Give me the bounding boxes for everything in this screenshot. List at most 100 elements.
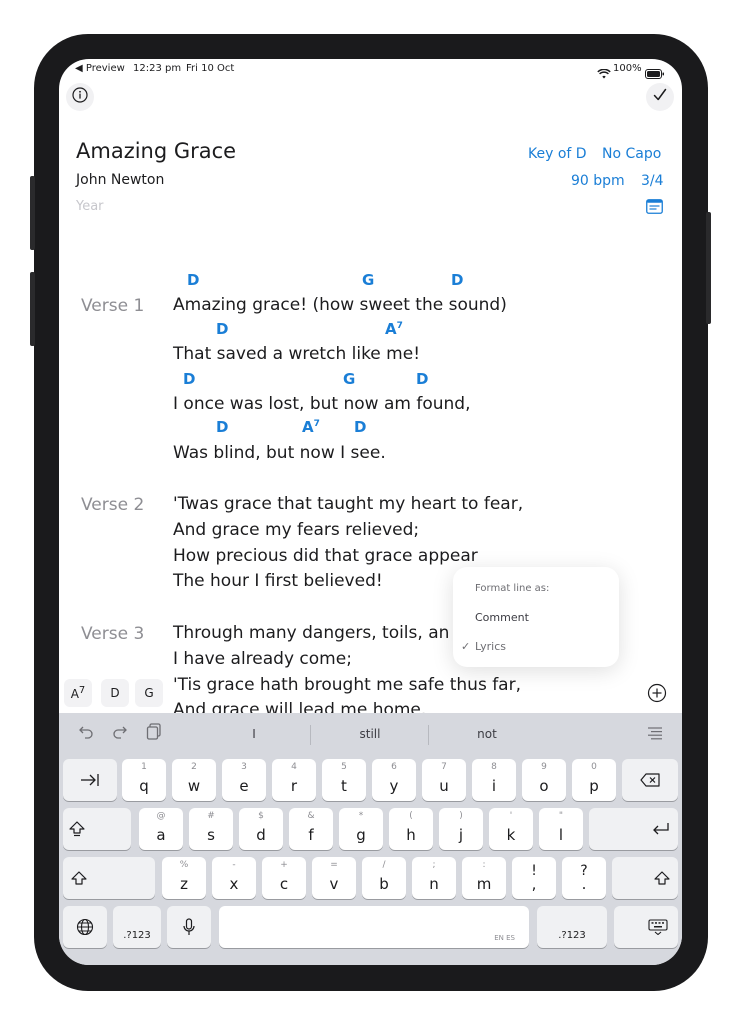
key-comma[interactable]: !, <box>512 857 556 899</box>
shift-left-key[interactable] <box>63 857 155 899</box>
caps-lock-key[interactable] <box>63 808 131 850</box>
info-button[interactable] <box>66 83 94 111</box>
add-chord-icon[interactable] <box>647 683 667 707</box>
lyric-line[interactable]: Amazing grace! (how sweet the sound) <box>173 295 507 315</box>
lyric-line[interactable]: That saved a wretch like me! <box>173 344 420 364</box>
numbers-key-right[interactable]: .?123 <box>537 906 607 948</box>
section-label-verse-1[interactable]: Verse 1 <box>81 296 144 316</box>
key-v[interactable]: = v <box>312 857 356 899</box>
capo-selector[interactable]: No Capo <box>602 146 661 162</box>
song-author[interactable]: John Newton <box>76 172 164 188</box>
chord-bar-a7-button[interactable]: A7 <box>64 679 92 707</box>
undo-icon[interactable] <box>78 724 94 744</box>
chord[interactable]: D <box>416 370 428 388</box>
chord[interactable]: G <box>362 271 374 289</box>
format-line-popup: Format line as: Comment ✓ Lyrics <box>453 567 619 667</box>
globe-key[interactable] <box>63 906 107 948</box>
key-t[interactable]: 5t <box>322 759 366 801</box>
chord[interactable]: D <box>216 320 228 338</box>
paste-icon[interactable] <box>146 723 162 745</box>
tempo-selector[interactable]: 90 bpm <box>571 173 625 189</box>
key-w[interactable]: 2w <box>172 759 216 801</box>
key-selector[interactable]: Key of D <box>528 146 587 162</box>
return-key[interactable] <box>589 808 678 850</box>
lyric-line[interactable]: I have already come; <box>173 649 352 669</box>
section-label-verse-3[interactable]: Verse 3 <box>81 624 144 644</box>
chord[interactable]: D <box>183 370 195 388</box>
key-h[interactable]: (h <box>389 808 433 850</box>
key-s[interactable]: # s <box>189 808 233 850</box>
key-y[interactable]: 6y <box>372 759 416 801</box>
format-option-comment[interactable]: Comment <box>475 611 529 624</box>
key-m[interactable]: :m <box>462 857 506 899</box>
chord-bar-d-button[interactable]: D <box>101 679 129 707</box>
shift-right-key[interactable] <box>612 857 678 899</box>
format-option-lyrics[interactable]: Lyrics <box>475 640 506 653</box>
chord[interactable]: D <box>187 271 199 289</box>
key-label: y <box>389 777 399 795</box>
key-j[interactable]: ) j <box>439 808 483 850</box>
chord-extension: 7 <box>396 321 403 331</box>
key-l[interactable]: " l <box>539 808 583 850</box>
lyric-line[interactable]: I once was lost, but now am found, <box>173 394 470 414</box>
lyric-line[interactable]: 'Twas grace that taught my heart to fear… <box>173 494 523 514</box>
lyric-line[interactable]: The hour I first believed! <box>173 571 383 591</box>
key-i[interactable]: 8i <box>472 759 516 801</box>
chord[interactable]: G <box>343 370 355 388</box>
year-field[interactable]: Year <box>76 199 104 214</box>
space-bar[interactable]: EN ES <box>219 906 529 948</box>
back-to-app-link[interactable]: ◀ Preview <box>75 63 125 74</box>
key-e[interactable]: 3e <box>222 759 266 801</box>
dismiss-keyboard-key[interactable] <box>614 906 678 948</box>
key-n[interactable]: ; n <box>412 857 456 899</box>
key-o[interactable]: 9o <box>522 759 566 801</box>
key-c[interactable]: + c <box>262 857 306 899</box>
key-f[interactable]: & f <box>289 808 333 850</box>
chord-a7[interactable]: A7 <box>302 418 320 436</box>
key-d[interactable]: $ d <box>239 808 283 850</box>
suggestion-3[interactable]: not <box>427 727 547 741</box>
volume-button-up <box>30 176 35 250</box>
text-format-icon[interactable] <box>648 725 662 744</box>
time-signature-selector[interactable]: 3/4 <box>641 173 664 189</box>
chord[interactable]: D <box>216 418 228 436</box>
key-a[interactable]: @ a <box>139 808 183 850</box>
key-b[interactable]: / b <box>362 857 406 899</box>
key-g[interactable]: * g <box>339 808 383 850</box>
key-r[interactable]: 4r <box>272 759 316 801</box>
redo-icon[interactable] <box>112 724 128 744</box>
key-label: . <box>581 875 587 893</box>
status-date: Fri 10 Oct <box>186 63 235 74</box>
key-period[interactable]: ?. <box>562 857 606 899</box>
key-hint: - <box>232 860 236 870</box>
notes-icon[interactable] <box>646 199 663 218</box>
numbers-key-left[interactable]: .?123 <box>113 906 161 948</box>
suggestion-1[interactable]: I <box>194 727 314 741</box>
lyric-line[interactable]: Was blind, but now I see. <box>173 443 386 463</box>
chord-bar-g-button[interactable]: G <box>135 679 163 707</box>
keyboard-toolbar: I still not <box>59 713 682 753</box>
lyric-line[interactable]: And grace my fears relieved; <box>173 520 419 540</box>
microphone-icon <box>167 906 211 948</box>
done-button[interactable] <box>646 83 674 111</box>
song-title[interactable]: Amazing Grace <box>76 139 236 163</box>
chord-a7[interactable]: A7 <box>385 320 403 338</box>
dictation-key[interactable] <box>167 906 211 948</box>
section-label-verse-2[interactable]: Verse 2 <box>81 495 144 515</box>
key-z[interactable]: % z <box>162 857 206 899</box>
chord[interactable]: D <box>451 271 463 289</box>
suggestion-2[interactable]: still <box>310 727 430 741</box>
lyric-line[interactable]: 'Tis grace hath brought me safe thus far… <box>173 675 521 695</box>
key-q[interactable]: 1q <box>122 759 166 801</box>
key-k[interactable]: ' k <box>489 808 533 850</box>
key-p[interactable]: 0p <box>572 759 616 801</box>
key-hint: 7 <box>441 762 447 772</box>
checkmark-icon <box>652 87 668 107</box>
key-x[interactable]: -x <box>212 857 256 899</box>
lyric-line[interactable]: How precious did that grace appear <box>173 546 478 566</box>
lyric-line[interactable]: Through many dangers, toils, an <box>173 623 449 643</box>
key-u[interactable]: 7u <box>422 759 466 801</box>
delete-key[interactable] <box>622 759 678 801</box>
chord[interactable]: D <box>354 418 366 436</box>
tab-key[interactable] <box>63 759 117 801</box>
